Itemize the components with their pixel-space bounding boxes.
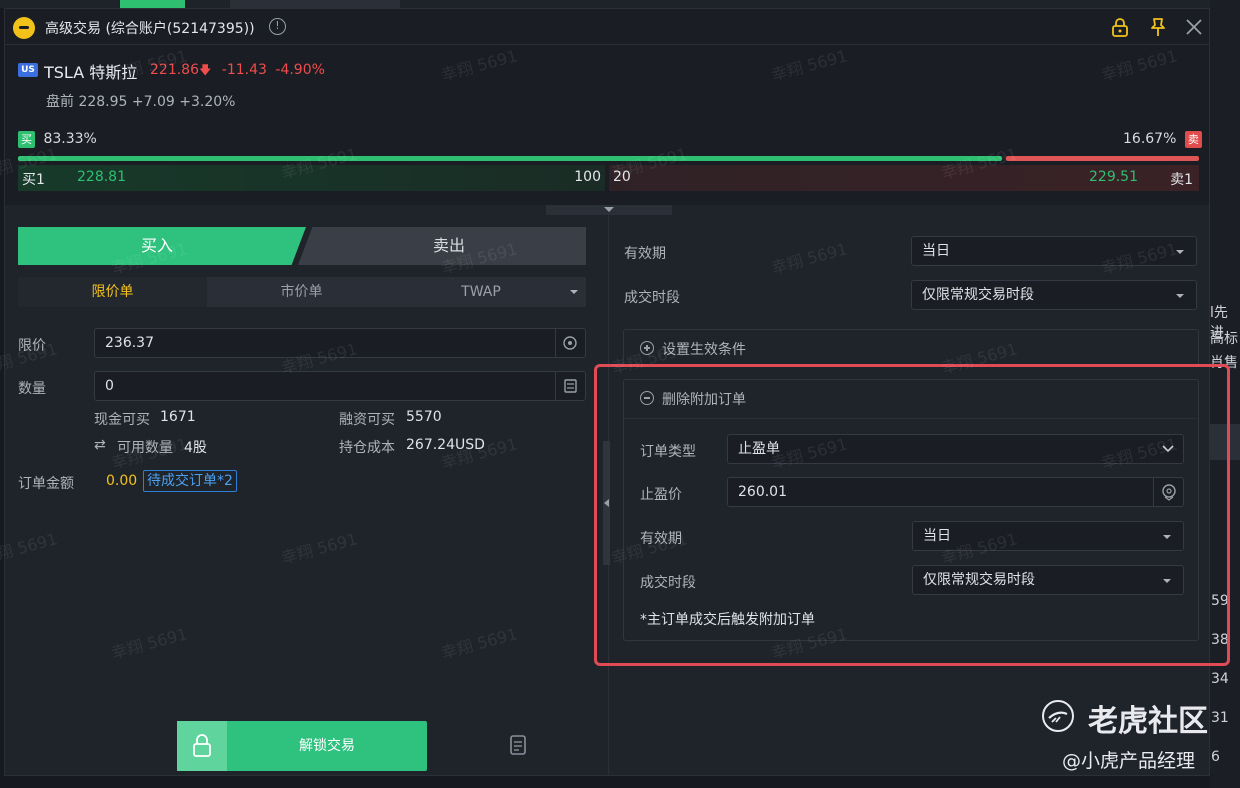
premarket-quote: 盘前 228.95 +7.09 +3.20% — [46, 94, 236, 110]
info-icon[interactable]: ! — [269, 18, 286, 35]
tab-market-order[interactable]: 市价单 — [207, 277, 396, 307]
quantity-input[interactable]: 0 — [94, 371, 586, 401]
target-icon — [563, 336, 577, 350]
bid-price: 228.81 — [77, 169, 126, 185]
order-amount-label: 订单金额 — [18, 476, 74, 492]
padlock-icon — [193, 734, 211, 757]
quantity-value: 0 — [105, 378, 114, 394]
set-condition-row[interactable]: 设置生效条件 — [623, 329, 1199, 367]
swap-icon[interactable]: ⇄ — [94, 437, 106, 453]
chevron-down-icon — [1176, 294, 1184, 298]
price-change: -11.43 — [221, 62, 267, 78]
validity-value: 当日 — [922, 243, 950, 259]
sell-ratio-group: 16.67% 卖 — [1123, 131, 1202, 148]
lock-icon[interactable] — [1109, 16, 1131, 38]
order-type-selector: 限价单 市价单 TWAP — [18, 277, 586, 307]
price-picker-button[interactable] — [555, 329, 585, 357]
quantity-calculator-button[interactable] — [555, 372, 585, 400]
author-credit: @小虎产品经理 — [1062, 750, 1196, 772]
market-badge: US — [18, 63, 38, 77]
unlock-lock-area — [177, 721, 227, 771]
unlock-trade-label: 解锁交易 — [299, 738, 355, 754]
bid-size: 100 — [574, 169, 601, 185]
order-type-caret-icon[interactable] — [570, 290, 578, 294]
background-number: 6 — [1211, 749, 1220, 765]
order-entry-pane: 买入 卖出 限价单 市价单 TWAP 限价 236.37 数量 0 现金可买 1… — [5, 215, 609, 775]
brand-name: 老虎社区 — [1088, 704, 1208, 739]
margin-buy-label: 融资可买 — [339, 412, 395, 428]
session-select[interactable]: 仅限常规交易时段 — [911, 280, 1197, 310]
buy-ratio-bar — [18, 156, 1002, 161]
tiger-logo-icon — [13, 17, 35, 39]
screenshot-root: l先进 高标 肖售 59 38 34 31 6 高级交易 (综合账户(52147… — [0, 0, 1240, 788]
quote-panel: US TSLA 特斯拉 221.86🡇 -11.43 -4.90% 盘前 228… — [5, 45, 1209, 205]
background-top-bar — [0, 0, 1210, 8]
background-green-badge — [120, 0, 185, 8]
collapse-quote-toggle[interactable] — [546, 205, 672, 215]
unlock-trade-button[interactable]: 解锁交易 — [177, 721, 427, 771]
clipboard-icon[interactable] — [507, 733, 529, 757]
background-number: 34 — [1211, 671, 1229, 687]
tab-limit-order[interactable]: 限价单 — [18, 277, 207, 307]
annotation-highlight-box — [594, 364, 1230, 666]
window-title: 高级交易 (综合账户(52147395)) — [45, 21, 255, 37]
close-icon[interactable] — [1183, 16, 1205, 38]
calculator-icon — [564, 379, 577, 393]
ask-label: 卖1 — [1170, 172, 1193, 188]
background-side-text: 高标 — [1210, 331, 1238, 347]
price-change-pct: -4.90% — [275, 62, 325, 78]
title-bar: 高级交易 (综合账户(52147395)) ! — [5, 9, 1209, 45]
down-arrow-icon: 🡇 — [199, 63, 212, 77]
pending-orders-link[interactable]: 待成交订单*2 — [143, 470, 237, 492]
order-amount-value: 0.00 — [106, 473, 138, 489]
quantity-label: 数量 — [18, 381, 46, 397]
ask-price: 229.51 — [1089, 169, 1138, 185]
position-cost-label: 持仓成本 — [339, 440, 395, 456]
session-label: 成交时段 — [624, 290, 680, 306]
ask-level-row: 20 229.51 卖1 — [609, 165, 1199, 191]
tiger-community-logo-icon — [1042, 700, 1074, 732]
sell-ratio-bar — [1006, 156, 1199, 161]
background-number: 31 — [1211, 710, 1229, 726]
pin-icon[interactable] — [1147, 16, 1169, 38]
validity-label: 有效期 — [624, 246, 666, 262]
cash-buy-value: 1671 — [160, 409, 196, 425]
sell-tag: 卖 — [1184, 131, 1202, 148]
cash-buy-label: 现金可买 — [94, 412, 150, 428]
limit-price-value: 236.37 — [105, 335, 154, 351]
session-value: 仅限常规交易时段 — [922, 287, 1034, 303]
background-tab — [230, 0, 400, 8]
tab-twap-order[interactable]: TWAP — [396, 277, 566, 307]
margin-buy-value: 5570 — [406, 409, 442, 425]
sell-ratio: 16.67% — [1123, 131, 1177, 147]
